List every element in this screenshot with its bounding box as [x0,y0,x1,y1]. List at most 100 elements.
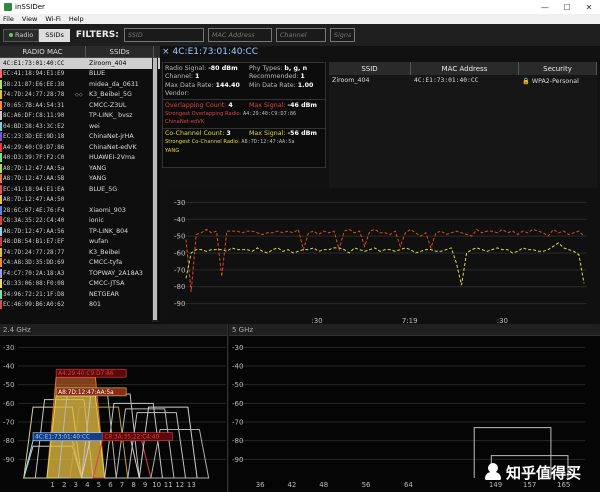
list-item-mac: C8:33:06:08:F0:08 [3,280,65,288]
maximize-button[interactable]: ☐ [556,0,578,14]
ssid-table: SSID MAC Address Security Ziroom_404 4C:… [329,62,597,188]
list-item[interactable]: A4:29:40:C9:D7:86 ChinaNet-edVK [0,142,160,153]
spectrum-x-tick-label: 13 [187,481,196,489]
list-item[interactable]: A8:7D:12:47:AA:5B YANG [0,174,160,185]
list-item[interactable]: C4:A8:3D:35:DD:69 CMCC-tyfa [0,258,160,269]
list-item[interactable]: EC:46:99:B6:A0:62 801 [0,300,160,311]
signal-value: -80 dBm [208,64,238,72]
list-item[interactable]: A8:7D:12:47:AA:5a YANG [0,163,160,174]
list-item-ssid: YANG [89,175,107,183]
column-radio-mac[interactable]: RADIO MAC [0,46,86,57]
list-item[interactable]: 74:7D:24:77:28:77 K3_Beibei [0,247,160,258]
list-scrollbar-thumb[interactable] [153,58,157,320]
cochannel-value: 3 [226,130,231,138]
list-item-ssid: K3_Beibei [89,248,120,256]
column-ssids[interactable]: SSIDs [86,46,154,57]
network-label-tag[interactable]: A4:29:40:C9:D7:86 [55,368,127,378]
mac-filter-input[interactable] [207,28,272,42]
network-label-tag[interactable]: C8:3A:35:22:C4:40 [102,432,173,441]
list-item-mac: EC:41:18:94:E1:EA [3,185,65,193]
list-item-ssid: CMCC-Z3UL [89,101,127,109]
network-color-swatch [0,142,2,152]
mac-column-header[interactable]: MAC Address [411,62,519,75]
signal-filter-input[interactable] [329,28,355,42]
detail-radio-section: Radio Signal: -80 dBm Phy Types: b, g, n … [163,63,325,100]
list-item[interactable]: A8:7D:12:47:AA:56 TP-LINK_804 [0,226,160,237]
ssid-column-header[interactable]: SSID [329,62,411,75]
list-item[interactable]: 70:65:7B:A4:54:31 CMCC-Z3UL [0,100,160,111]
list-item[interactable]: A8:7D:12:47:AA:50 [0,195,160,206]
spectrum-y-tick-label: -30 [3,344,14,352]
time-y-tick-label: -40 [174,216,185,224]
list-item-extra-icon: ◇◇ [75,91,83,98]
network-label-tag[interactable]: 4C:E1:73:01:40:CC [32,432,104,441]
list-item[interactable]: 74:7D:24:77:28:78 K3_Beibei_5G ◇◇ [0,90,160,101]
app-icon [4,3,12,11]
overlap-strongest-label: Strongest Overlapping Radio: [165,110,242,117]
list-item[interactable]: EC:41:18:94:E1:EA BLUE_5G [0,184,160,195]
spectrum-y-tick-label: -80 [3,437,14,445]
close-button[interactable]: ✕ [578,0,600,14]
list-item[interactable]: 34:96:72:21:1F:D8 NETGEAR [0,289,160,300]
radio-toggle[interactable]: Radio [3,28,40,42]
list-item[interactable]: 38:21:87:E6:EE:38 midea_da_0631 [0,79,160,90]
list-item[interactable]: 04:BD:38:43:3C:E2 wei [0,121,160,132]
spectrum-y-tick-label: -60 [232,400,243,408]
table-row[interactable]: Ziroom_404 4C:E1:73:01:40:CC 🔒 WPA2-Pers… [329,75,597,86]
list-item-mac: 34:96:72:21:1F:D8 [3,290,65,298]
network-color-swatch [0,237,2,247]
network-color-swatch [0,79,2,89]
list-item-mac: EC:41:18:94:E1:E9 [3,70,65,78]
detail-panel: Radio Signal: -80 dBm Phy Types: b, g, n … [162,62,326,168]
menu-help[interactable]: Help [69,15,84,23]
list-item[interactable]: F4:C7:70:2A:18:A3 TOPWAY_2A18A3 [0,268,160,279]
list-item[interactable]: EC:23:3D:EE:9D:18 ChinaNet-jrHA [0,132,160,143]
network-color-swatch [0,153,2,163]
list-item-ssid: BLUE [89,70,106,78]
network-color-swatch [0,100,2,110]
list-item-ssid: ionic [89,217,104,225]
list-item[interactable]: 48:DB:54:B1:E7:EF wufan [0,237,160,248]
vendor-label: Vendor: [165,90,190,98]
band-24ghz-panel: 2.4 GHz -30 -40 -50 -60 -70 -80 -90 1 2 3 4 5 6 7 8 9 10… [0,324,228,492]
list-item-ssid: ChinaNet-jrHA [89,133,134,141]
ssid-filter-input[interactable] [123,28,204,42]
security-column-header[interactable]: Security [519,62,597,75]
spectrum-x-tick-label: 7 [120,481,124,489]
title-bar: inSSIDer — ☐ ✕ [0,0,600,14]
list-item-ssid: 801 [89,301,102,309]
network-color-swatch [0,195,2,205]
list-item-ssid: K3_Beibei_5G [89,91,132,99]
spectrum-y-tick-label: -70 [232,419,243,427]
list-item[interactable]: 8C:A6:DF:C8:11:90 TP-LINK_ bvsz [0,111,160,122]
spectrum-y-tick-label: -80 [232,437,243,445]
list-item-ssid: TOPWAY_2A18A3 [89,269,143,277]
list-item[interactable]: 40:D3:39:7F:F2:C0 HUAWEI-2Vma [0,153,160,164]
menu-view[interactable]: View [22,15,37,23]
ssids-toggle[interactable]: SSIDs [39,28,70,42]
list-item[interactable]: 4C:E1:73:01:40:CC Ziroom_404 [0,58,160,69]
list-scrollbar[interactable] [152,58,158,322]
list-item-mac: 70:65:7B:A4:54:31 [3,101,65,109]
close-detail-icon[interactable]: × [162,47,170,57]
signal-time-chart: -30 -40 -50 -60 -70 -80 -90:30 7:19:30 [162,190,599,328]
spectrum-x-tick-label: 11 [164,481,173,489]
network-label-tag[interactable]: A8:7D:12:47:AA:5a [55,387,127,397]
radio-indicator-icon [9,33,13,37]
watermark-text: 知乎值得买 [506,463,582,482]
list-item[interactable]: EC:41:18:94:E1:E9 BLUE [0,69,160,80]
list-item-mac: A8:7D:12:47:AA:56 [3,227,65,235]
recommended-value: 1 [300,73,305,81]
menu-file[interactable]: File [3,15,14,23]
list-item[interactable]: C8:33:06:08:F0:08 CMCC-JTSA [0,279,160,290]
network-signal-shape[interactable] [115,408,175,479]
network-color-swatch [0,289,2,299]
channel-filter-input[interactable] [275,28,326,42]
time-y-tick-label: -60 [174,250,185,258]
list-item[interactable]: C8:3A:35:22:C4:40 ionic [0,216,160,227]
list-item-mac: A8:7D:12:47:AA:5B [3,175,65,183]
list-item[interactable]: 28:6C:07:4E:76:F4 Xiaomi_903 [0,205,160,216]
minimize-button[interactable]: — [534,0,556,14]
menu-wifi[interactable]: Wi-Fi [45,15,61,23]
mac-cell: 4C:E1:73:01:40:CC [414,77,479,84]
